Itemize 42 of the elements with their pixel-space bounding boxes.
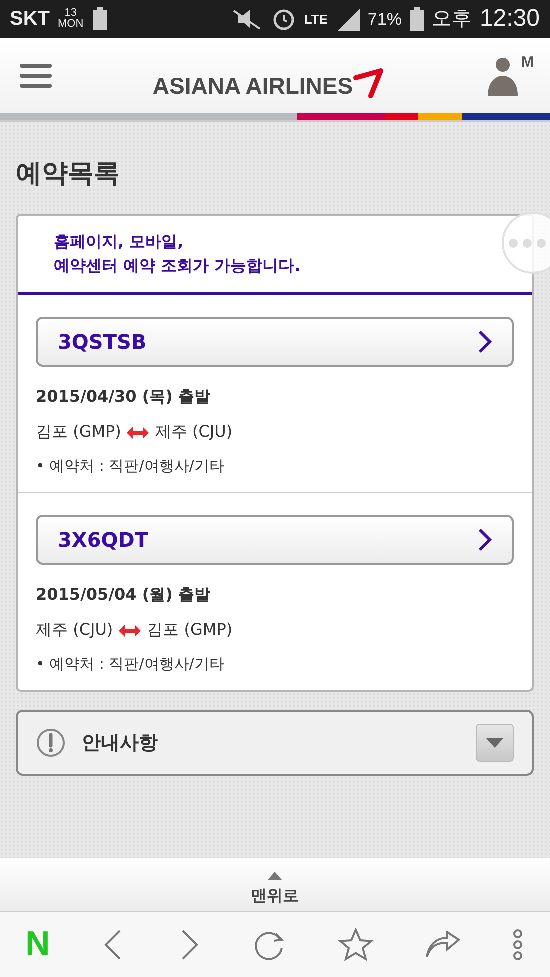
up-triangle-icon — [268, 872, 282, 880]
chevron-right-icon — [478, 528, 492, 552]
reservation-code-button[interactable]: 3X6QDT — [36, 515, 514, 565]
expand-button[interactable] — [476, 724, 514, 762]
signal-icon — [336, 7, 360, 31]
booking-source: • 예약처 : 직판/여행사/기타 — [36, 655, 226, 674]
round-trip-arrow-icon — [127, 426, 150, 438]
departure-date: 2015/04/30 (목) 출발 — [36, 387, 212, 408]
menu-button[interactable] — [20, 62, 52, 88]
date-weekday: MON — [58, 19, 84, 30]
airline-logo-text: ASIANA AIRLINES — [152, 73, 354, 100]
battery-icon — [410, 7, 424, 31]
round-trip-arrow-icon — [119, 624, 142, 636]
battery-saver-icon — [92, 7, 108, 31]
date-day: 13 — [64, 8, 77, 19]
chevron-right-icon — [478, 330, 492, 354]
destination-airport: 김포 (GMP) — [147, 620, 233, 641]
back-to-top-button[interactable]: 맨위로 — [0, 858, 550, 912]
page-title: 예약목록 — [16, 158, 121, 191]
am-pm: 오후 — [432, 9, 472, 29]
alarm-icon — [272, 7, 296, 31]
caret-icon — [486, 738, 504, 748]
info-title: 안내사항 — [82, 731, 159, 756]
share-button[interactable] — [424, 930, 461, 958]
clock: 12:30 — [480, 7, 540, 31]
network-type: LTE — [304, 12, 328, 26]
origin-airport: 제주 (CJU) — [36, 620, 114, 641]
notice-text: 예약센터 예약 조회가 가능합니다. — [54, 255, 302, 277]
battery-percent: 71% — [368, 10, 402, 28]
reservation-code-button[interactable]: 3QSTSB — [36, 317, 514, 367]
carrier: SKT — [10, 9, 50, 29]
departure-date: 2015/05/04 (월) 출발 — [36, 585, 212, 606]
bookmark-button[interactable] — [338, 928, 374, 962]
user-icon[interactable] — [486, 56, 520, 96]
destination-airport: 제주 (CJU) — [155, 422, 233, 443]
wing-logo-icon — [353, 68, 386, 100]
origin-airport: 김포 (GMP) — [36, 422, 122, 443]
more-button[interactable] — [512, 928, 524, 960]
notice-text: 홈페이지, 모바일, — [54, 231, 185, 253]
exclamation-icon — [36, 728, 66, 758]
booking-source: • 예약처 : 직판/여행사/기타 — [36, 457, 226, 476]
user-letter-label: M — [521, 54, 534, 70]
